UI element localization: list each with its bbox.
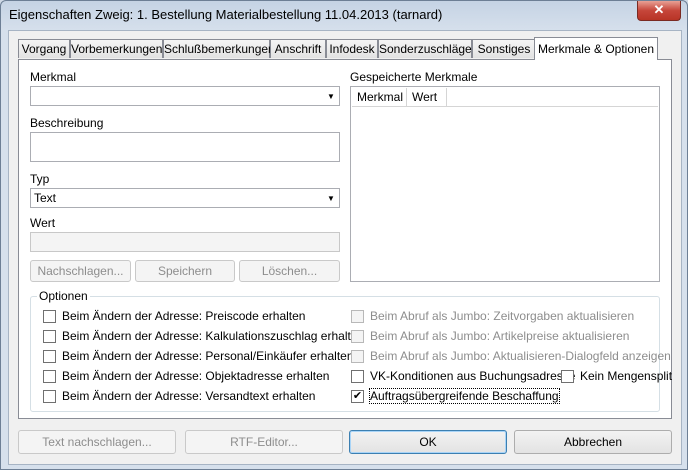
window-title: Eigenschaften Zweig: 1. Bestellung Mater… — [9, 7, 443, 22]
checkbox[interactable] — [43, 309, 56, 323]
option-jumbo-artikelpreise[interactable]: Beim Abruf als Jumbo: Artikelpreise aktu… — [351, 329, 629, 343]
wert-label: Wert — [30, 216, 56, 230]
tab-schlussbemerkungen[interactable]: Schlußbemerkungen — [163, 39, 275, 58]
text-nachschlagen-button[interactable]: Text nachschlagen... — [18, 430, 176, 454]
loeschen-button[interactable]: Löschen... — [239, 260, 340, 282]
column-header-merkmal[interactable]: Merkmal — [352, 88, 407, 106]
optionen-title: Optionen — [37, 289, 90, 303]
title-bar[interactable]: Eigenschaften Zweig: 1. Bestellung Mater… — [1, 1, 687, 29]
checkbox[interactable] — [351, 369, 364, 383]
tab-sonstiges[interactable]: Sonstiges — [472, 39, 536, 58]
tab-merkmale-optionen[interactable]: Merkmale & Optionen — [534, 37, 658, 60]
tab-vorgang[interactable]: Vorgang — [18, 39, 70, 58]
option-objektadresse[interactable]: Beim Ändern der Adresse: Objektadresse e… — [43, 369, 329, 383]
beschreibung-label: Beschreibung — [30, 116, 104, 130]
gespeicherte-merkmale-label: Gespeicherte Merkmale — [350, 70, 478, 84]
close-icon: ✕ — [653, 2, 665, 17]
checkbox[interactable] — [43, 349, 56, 363]
option-jumbo-zeitvorgaben[interactable]: Beim Abruf als Jumbo: Zeitvorgaben aktua… — [351, 309, 634, 323]
checkbox[interactable] — [43, 369, 56, 383]
tab-sonderzuschlaege[interactable]: Sonderzuschläge — [378, 39, 472, 58]
checkbox-checked[interactable]: ✔ — [351, 389, 364, 403]
tab-anschrift[interactable]: Anschrift — [270, 39, 326, 58]
abbrechen-button[interactable]: Abbrechen — [514, 430, 672, 454]
merkmal-combobox[interactable]: ▼ — [30, 86, 340, 106]
rtf-editor-button[interactable]: RTF-Editor... — [185, 430, 343, 454]
typ-label: Typ — [30, 172, 50, 186]
typ-value: Text — [34, 191, 57, 205]
option-kalkulationszuschlag[interactable]: Beim Ändern der Adresse: Kalkulationszus… — [43, 329, 364, 343]
tab-vorbemerkungen[interactable]: Vorbemerkungen — [70, 39, 163, 58]
speichern-button[interactable]: Speichern — [135, 260, 235, 282]
checkbox[interactable] — [351, 329, 364, 343]
option-auftragsuebergreifend[interactable]: ✔ Auftragsübergreifende Beschaffung — [351, 388, 560, 404]
checkbox[interactable] — [351, 349, 364, 363]
option-vk-konditionen[interactable]: VK-Konditionen aus Buchungsadresse — [351, 369, 575, 383]
checkbox[interactable] — [43, 329, 56, 343]
ok-button[interactable]: OK — [349, 430, 507, 454]
option-personal-einkaeufer[interactable]: Beim Ändern der Adresse: Personal/Einkäu… — [43, 349, 354, 363]
option-kein-mengensplit[interactable]: Kein Mengensplit — [561, 369, 672, 383]
tab-infodesk[interactable]: Infodesk — [326, 39, 378, 58]
chevron-down-icon[interactable]: ▼ — [323, 87, 339, 105]
chevron-down-icon[interactable]: ▼ — [323, 189, 339, 207]
dialog-client: Vorgang Vorbemerkungen Schlußbemerkungen… — [8, 30, 682, 465]
tab-panel: Merkmal ▼ Beschreibung Typ Text ▼ Wert N… — [18, 59, 672, 419]
nachschlagen-button[interactable]: Nachschlagen... — [30, 260, 131, 282]
option-jumbo-dialogfeld[interactable]: Beim Abruf als Jumbo: Aktualisieren-Dial… — [351, 349, 671, 363]
option-preiscode[interactable]: Beim Ändern der Adresse: Preiscode erhal… — [43, 309, 305, 323]
optionen-group: Optionen Beim Ändern der Adresse: Preisc… — [30, 289, 672, 412]
merkmal-label: Merkmal — [30, 70, 77, 84]
checkbox[interactable] — [351, 309, 364, 323]
checkbox[interactable] — [43, 389, 56, 403]
checkmark-icon: ✔ — [352, 389, 363, 402]
list-header: Merkmal Wert — [352, 88, 658, 107]
dialog-window: Eigenschaften Zweig: 1. Bestellung Mater… — [0, 0, 688, 470]
option-versandtext[interactable]: Beim Ändern der Adresse: Versandtext erh… — [43, 389, 315, 403]
close-button[interactable]: ✕ — [637, 1, 681, 21]
beschreibung-field[interactable] — [30, 132, 340, 162]
wert-field[interactable] — [30, 232, 340, 252]
gespeicherte-merkmale-list[interactable]: Merkmal Wert — [350, 86, 660, 282]
column-header-wert[interactable]: Wert — [407, 88, 447, 106]
checkbox[interactable] — [561, 369, 574, 383]
typ-combobox[interactable]: Text ▼ — [30, 188, 340, 208]
